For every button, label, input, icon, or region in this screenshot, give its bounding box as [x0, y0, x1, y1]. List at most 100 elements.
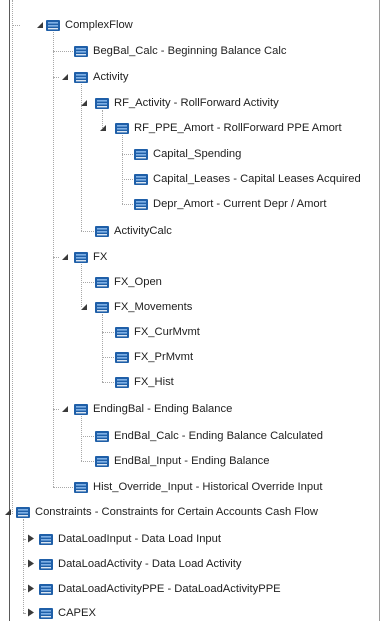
expand-toggle-icon[interactable]	[26, 608, 35, 617]
tree-node-fx-prmvmt[interactable]: FX_PrMvmt	[115, 345, 193, 369]
member-icon	[95, 276, 109, 288]
collapse-toggle-icon[interactable]	[98, 123, 107, 132]
collapse-toggle-icon[interactable]	[35, 20, 44, 29]
member-icon	[39, 583, 53, 595]
tree-node-label: DataLoadInput - Data Load Input	[58, 533, 221, 545]
tree-node-endingbal[interactable]: EndingBal - Ending Balance	[74, 397, 232, 421]
tree-node-label: FX	[93, 251, 108, 263]
tree-node-endbal-input[interactable]: EndBal_Input - Ending Balance	[95, 449, 270, 473]
tree-connector-horizontal	[81, 231, 94, 232]
tree-node-complexflow[interactable]: ComplexFlow	[46, 13, 133, 37]
tree-node-label: CAPEX	[58, 607, 96, 619]
tree-connector-horizontal	[53, 409, 59, 410]
member-icon	[95, 430, 109, 442]
tree-connector-horizontal	[23, 564, 25, 565]
member-icon	[39, 607, 53, 619]
member-icon	[74, 251, 88, 263]
tree-connector-horizontal	[122, 154, 133, 155]
tree-connector-vertical	[81, 264, 82, 307]
tree-node-endbal-calc[interactable]: EndBal_Calc - Ending Balance Calculated	[95, 424, 323, 448]
tree-connector-vertical	[81, 416, 82, 461]
panel-right-border	[379, 0, 380, 621]
member-icon	[95, 301, 109, 313]
collapse-toggle-icon[interactable]	[79, 98, 88, 107]
tree-node-label: EndingBal - Ending Balance	[93, 403, 233, 415]
tree-node-label: Capital_Leases - Capital Leases Acquired	[153, 173, 361, 185]
tree-connector-vertical	[102, 314, 103, 382]
tree-node-dataloadactivityppe[interactable]: DataLoadActivityPPE - DataLoadActivityPP…	[39, 577, 281, 601]
tree-node-capex[interactable]: CAPEX	[39, 601, 96, 621]
tree-node-begbal-calc[interactable]: BegBal_Calc - Beginning Balance Calc	[74, 39, 286, 63]
tree-node-label: FX_Hist	[134, 376, 174, 388]
member-icon	[74, 45, 88, 57]
member-icon	[115, 376, 129, 388]
member-icon	[134, 173, 148, 185]
tree-connector-horizontal	[122, 179, 133, 180]
collapse-toggle-icon[interactable]	[3, 507, 12, 516]
tree-node-dataloadactivity[interactable]: DataLoadActivity - Data Load Activity	[39, 552, 241, 576]
tree-node-label: DataLoadActivity - Data Load Activity	[58, 558, 242, 570]
tree-node-dataloadinput[interactable]: DataLoadInput - Data Load Input	[39, 527, 221, 551]
tree-node-capital-leases[interactable]: Capital_Leases - Capital Leases Acquired	[134, 167, 361, 191]
tree-node-fx-movements[interactable]: FX_Movements	[95, 295, 192, 319]
member-icon	[115, 122, 129, 134]
tree-node-fx-open[interactable]: FX_Open	[95, 270, 162, 294]
member-icon	[16, 506, 30, 518]
tree-node-fx[interactable]: FX	[74, 245, 107, 269]
member-icon	[74, 403, 88, 415]
tree-connector-horizontal	[23, 589, 25, 590]
tree-node-fx-hist[interactable]: FX_Hist	[115, 370, 174, 394]
tree-connector-horizontal	[23, 539, 25, 540]
tree-connector-horizontal	[81, 461, 94, 462]
tree-node-label: EndBal_Calc - Ending Balance Calculated	[114, 430, 323, 442]
tree-node-label: Capital_Spending	[153, 148, 242, 160]
tree-connector-horizontal	[122, 204, 133, 205]
tree-connector-horizontal	[23, 613, 25, 614]
tree-connector-horizontal	[102, 332, 114, 333]
member-icon	[134, 148, 148, 160]
member-tree-panel: ComplexFlow BegBal_Calc - Beginning Balan…	[0, 0, 383, 621]
tree-connector-horizontal	[102, 382, 114, 383]
member-icon	[39, 533, 53, 545]
member-icon	[74, 481, 88, 493]
tree-node-label: FX_CurMvmt	[134, 326, 200, 338]
tree-node-label: Depr_Amort - Current Depr / Amort	[153, 198, 327, 210]
tree-node-label: ActivityCalc	[114, 225, 172, 237]
collapse-toggle-icon[interactable]	[79, 302, 88, 311]
tree-node-rf-ppe-amort[interactable]: RF_PPE_Amort - RollForward PPE Amort	[115, 116, 342, 140]
member-icon	[95, 455, 109, 467]
tree-node-hist-override-input[interactable]: Hist_Override_Input - Historical Overrid…	[74, 475, 322, 499]
tree-node-rf-activity[interactable]: RF_Activity - RollForward Activity	[95, 91, 279, 115]
tree-node-activitycalc[interactable]: ActivityCalc	[95, 219, 172, 243]
expand-toggle-icon[interactable]	[26, 534, 35, 543]
tree-node-label: RF_PPE_Amort - RollForward PPE Amort	[134, 122, 342, 134]
tree-connector-vertical	[122, 135, 123, 204]
tree-connector-horizontal	[53, 487, 73, 488]
tree-node-label: Hist_Override_Input - Historical Overrid…	[93, 481, 323, 493]
member-icon	[95, 225, 109, 237]
tree-node-activity[interactable]: Activity	[74, 65, 128, 89]
tree-node-label: EndBal_Input - Ending Balance	[114, 455, 270, 467]
panel-left-border	[9, 0, 10, 621]
tree-node-depr-amort[interactable]: Depr_Amort - Current Depr / Amort	[134, 192, 326, 216]
collapse-toggle-icon[interactable]	[60, 72, 69, 81]
expand-toggle-icon[interactable]	[26, 584, 35, 593]
tree-node-label: Constraints - Constraints for Certain Ac…	[35, 506, 318, 518]
tree-node-label: FX_PrMvmt	[134, 351, 194, 363]
tree-node-capital-spending[interactable]: Capital_Spending	[134, 142, 241, 166]
tree-node-constraints[interactable]: Constraints - Constraints for Certain Ac…	[16, 500, 318, 524]
tree-connector-vertical	[12, 0, 13, 514]
tree-node-label: Activity	[93, 71, 129, 83]
tree-node-label: DataLoadActivityPPE - DataLoadActivityPP…	[58, 583, 281, 595]
tree-node-fx-curmvmt[interactable]: FX_CurMvmt	[115, 320, 200, 344]
tree-connector-horizontal	[102, 357, 114, 358]
tree-node-label: BegBal_Calc - Beginning Balance Calc	[93, 45, 287, 57]
tree-connector-horizontal	[12, 25, 20, 26]
expand-toggle-icon[interactable]	[26, 559, 35, 568]
tree-connector-horizontal	[81, 436, 94, 437]
tree-node-label: RF_Activity - RollForward Activity	[114, 97, 279, 109]
member-icon	[39, 558, 53, 570]
member-icon	[134, 198, 148, 210]
collapse-toggle-icon[interactable]	[60, 252, 69, 261]
collapse-toggle-icon[interactable]	[60, 404, 69, 413]
